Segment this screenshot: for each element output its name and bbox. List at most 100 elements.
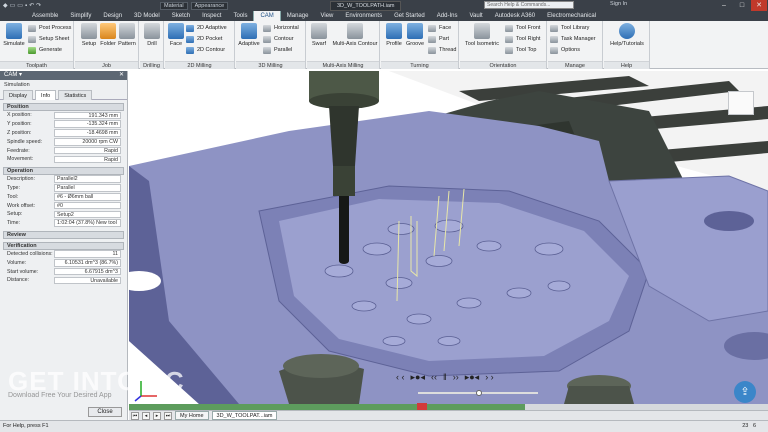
new-icon[interactable]: ▭ bbox=[10, 2, 16, 9]
close-window-button[interactable]: ✕ bbox=[751, 0, 767, 11]
go-to-start-button[interactable]: ‹ ‹ bbox=[396, 372, 405, 383]
tab-tools[interactable]: Tools bbox=[227, 11, 253, 21]
maximize-button[interactable]: □ bbox=[734, 0, 750, 11]
multi-axis-group-label: Multi-Axis Milling bbox=[307, 61, 379, 69]
position-row: Z position: -18.4698 mm bbox=[3, 129, 124, 138]
step-forward-button[interactable]: ›› bbox=[453, 372, 459, 383]
horizontal-button[interactable]: Horizontal bbox=[263, 23, 299, 33]
groove-button[interactable]: Groove bbox=[402, 23, 428, 47]
pattern-button[interactable]: Pattern bbox=[114, 23, 140, 47]
tool-right-button[interactable]: Tool Right bbox=[505, 34, 540, 44]
panel-header[interactable]: CAM ▾ ✕ bbox=[0, 71, 127, 80]
contour-2d-button[interactable]: 2D Contour bbox=[186, 45, 225, 55]
pause-button[interactable]: ‖ bbox=[443, 372, 447, 383]
thread-button[interactable]: Thread bbox=[428, 45, 456, 55]
tool-top-button[interactable]: Tool Top bbox=[505, 45, 536, 55]
tool-library-button[interactable]: Tool Library bbox=[550, 23, 589, 33]
minimize-button[interactable]: – bbox=[716, 0, 732, 11]
tab-electromechanical[interactable]: Electromechanical bbox=[541, 11, 602, 21]
panel-tab-display[interactable]: Display bbox=[3, 90, 34, 100]
undo-icon[interactable]: ↶ bbox=[29, 2, 34, 9]
horizontal-icon bbox=[263, 25, 271, 32]
boss bbox=[324, 264, 354, 278]
position-section-header[interactable]: Position bbox=[3, 103, 124, 111]
adaptive-2d-button[interactable]: 2D Adaptive bbox=[186, 23, 227, 33]
review-section-header[interactable]: Review bbox=[3, 230, 124, 239]
panel-close-icon[interactable]: ✕ bbox=[119, 71, 124, 80]
field-label: Setup: bbox=[7, 211, 23, 218]
step-back-button[interactable]: ‹‹ bbox=[431, 372, 437, 383]
parallel-button[interactable]: Parallel bbox=[263, 45, 292, 55]
field-value: 6.10531 dm^3 (86.7%) bbox=[54, 259, 121, 267]
adaptive-button[interactable]: Adaptive bbox=[236, 23, 262, 47]
help-tutorials-button[interactable]: Help/Tutorials bbox=[606, 23, 648, 47]
help-search-input[interactable]: Search Help & Commands... bbox=[484, 1, 574, 9]
tab-simplify[interactable]: Simplify bbox=[64, 11, 97, 21]
setup-sheet-button[interactable]: Setup Sheet bbox=[28, 34, 69, 44]
part-button[interactable]: Part bbox=[428, 34, 449, 44]
tab-assemble[interactable]: Assemble bbox=[26, 11, 64, 21]
appearance-dropdown[interactable]: Appearance bbox=[190, 1, 229, 10]
tab-cam[interactable]: CAM bbox=[253, 11, 281, 21]
speed-slider-knob[interactable] bbox=[475, 390, 482, 396]
tab-manage[interactable]: Manage bbox=[281, 11, 315, 21]
tool-isometric-button[interactable]: Tool Isometric bbox=[462, 23, 502, 47]
pocket-2d-button[interactable]: 2D Pocket bbox=[186, 34, 222, 44]
user-sign-in[interactable]: Sign In bbox=[610, 1, 627, 7]
operation-section-header[interactable]: Operation bbox=[3, 166, 124, 175]
timeline-collision-marker[interactable] bbox=[416, 403, 427, 410]
tab-design[interactable]: Design bbox=[97, 11, 128, 21]
redo-icon[interactable]: ↷ bbox=[36, 2, 41, 9]
ball-end bbox=[339, 258, 349, 264]
generate-button[interactable]: Generate bbox=[28, 45, 62, 55]
tab-get-started[interactable]: Get Started bbox=[388, 11, 431, 21]
document-title: 3D_W_TOOLPATH.iam bbox=[330, 1, 402, 11]
3d-viewport[interactable] bbox=[129, 71, 768, 404]
field-value: Unavailable bbox=[54, 276, 121, 285]
tab-vault[interactable]: Vault bbox=[463, 11, 488, 21]
save-icon[interactable]: ▪ bbox=[25, 3, 27, 9]
panel-tab-statistics[interactable]: Statistics bbox=[58, 90, 93, 100]
tab-3d-model[interactable]: 3D Model bbox=[128, 11, 166, 21]
tab-nav-first-icon[interactable]: ⏮ bbox=[131, 411, 139, 420]
options-button[interactable]: Options bbox=[550, 45, 580, 55]
tab-inspect[interactable]: Inspect bbox=[196, 11, 227, 21]
task-manager-button[interactable]: Task Manager bbox=[550, 34, 596, 44]
viewcube[interactable] bbox=[728, 91, 754, 115]
multi-axis-contour-button[interactable]: Multi-Axis Contour bbox=[331, 23, 379, 47]
panel-tab-info[interactable]: Info bbox=[35, 90, 57, 100]
tab-view[interactable]: View bbox=[314, 11, 339, 21]
tab-document[interactable]: 3D_W_TOOLPAT...iam bbox=[211, 411, 278, 420]
tool-front-button[interactable]: Tool Front bbox=[505, 23, 540, 33]
tab-sketch[interactable]: Sketch bbox=[166, 11, 196, 21]
material-dropdown[interactable]: Material bbox=[160, 1, 188, 10]
tab-my-home[interactable]: My Home bbox=[175, 411, 209, 420]
close-button[interactable]: Close bbox=[88, 407, 122, 417]
post-process-button[interactable]: Post Process bbox=[28, 23, 71, 33]
share-icon[interactable]: ⇪ bbox=[734, 381, 756, 403]
tab-nav-last-icon[interactable]: ⏭ bbox=[164, 411, 172, 420]
drill-button[interactable]: Drill bbox=[139, 23, 165, 47]
app-menu-icon[interactable]: ◆ bbox=[3, 2, 8, 9]
field-label: Z position: bbox=[7, 129, 32, 136]
tab-add-ins[interactable]: Add-Ins bbox=[431, 11, 464, 21]
boss bbox=[362, 242, 392, 256]
boss bbox=[534, 242, 564, 256]
open-icon[interactable]: ▭ bbox=[17, 2, 23, 9]
status-count-b: 6 bbox=[752, 423, 756, 429]
swarf-button[interactable]: Swarf bbox=[306, 23, 332, 47]
previous-operation-button[interactable]: ▸●◂ bbox=[411, 372, 425, 383]
simulate-button[interactable]: Simulate bbox=[1, 23, 27, 47]
contour-button[interactable]: Contour bbox=[263, 34, 294, 44]
tab-nav-prev-icon[interactable]: ◂ bbox=[142, 411, 150, 420]
tab-environments[interactable]: Environments bbox=[339, 11, 388, 21]
turning-face-button[interactable]: Face bbox=[428, 23, 451, 33]
verification-section-header[interactable]: Verification bbox=[3, 241, 124, 250]
go-to-end-button[interactable]: › › bbox=[485, 372, 494, 383]
boss bbox=[406, 313, 432, 325]
speed-slider[interactable] bbox=[418, 390, 538, 396]
tab-nav-next-icon[interactable]: ▸ bbox=[153, 411, 161, 420]
simulate-icon bbox=[6, 23, 22, 39]
next-operation-button[interactable]: ▸●◂ bbox=[465, 372, 479, 383]
tab-autodesk-a360[interactable]: Autodesk A360 bbox=[489, 11, 541, 21]
